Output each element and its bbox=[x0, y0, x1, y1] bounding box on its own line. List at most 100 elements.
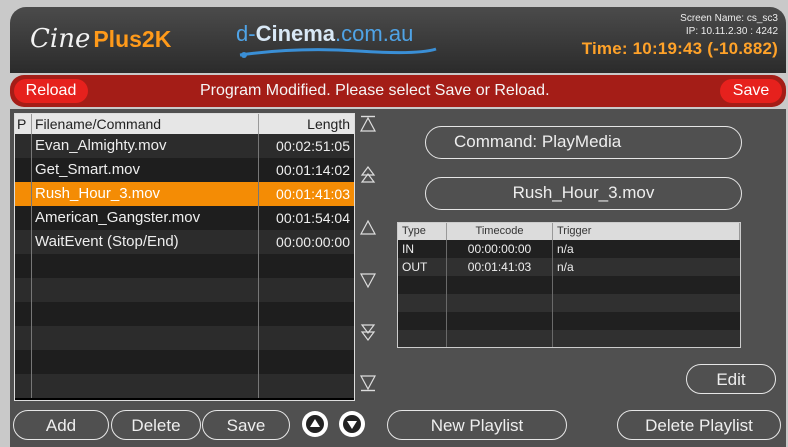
site-logo-prefix: d- bbox=[236, 21, 256, 46]
d-cinema-logo: d-Cinema.com.au bbox=[236, 21, 413, 47]
column-header-filename[interactable]: Filename/Command bbox=[32, 114, 259, 134]
trigger-row[interactable]: IN 00:00:00:00 n/a bbox=[398, 240, 740, 258]
filename-cell: Evan_Almighty.mov bbox=[32, 134, 259, 158]
new-playlist-button[interactable]: New Playlist bbox=[387, 410, 567, 440]
playlist-row[interactable]: Rush_Hour_3.mov 00:01:41:03 bbox=[15, 182, 354, 206]
move-to-bottom-icon bbox=[360, 375, 376, 392]
column-header-trigger: Trigger bbox=[553, 223, 740, 240]
save-button[interactable]: Save bbox=[720, 79, 782, 103]
filename-cell: Rush_Hour_3.mov bbox=[32, 182, 259, 206]
timecode-cell: 00:00:00:00 bbox=[447, 240, 553, 258]
play-flag-cell bbox=[15, 206, 32, 230]
play-flag-cell bbox=[15, 158, 32, 182]
move-to-top-icon bbox=[360, 115, 376, 132]
trigger-header: Type Timecode Trigger bbox=[398, 223, 740, 240]
status-message: Program Modified. Please select Save or … bbox=[200, 82, 550, 99]
trigger-cell bbox=[553, 312, 740, 330]
edit-button[interactable]: Edit bbox=[686, 364, 776, 394]
move-to-bottom-button[interactable] bbox=[360, 374, 376, 392]
length-cell bbox=[259, 254, 354, 278]
filename-cell bbox=[32, 350, 259, 374]
trigger-row[interactable] bbox=[398, 330, 740, 347]
play-flag-cell bbox=[15, 350, 32, 374]
trigger-table: Type Timecode Trigger IN 00:00:00:00 n/a OU… bbox=[397, 222, 741, 348]
timecode-cell bbox=[447, 330, 553, 347]
playlist-row[interactable] bbox=[15, 350, 354, 374]
move-to-top-button[interactable] bbox=[360, 115, 376, 133]
cineplus-logo: Cine Plus2K bbox=[30, 23, 171, 54]
down-icon bbox=[360, 273, 376, 289]
length-cell bbox=[259, 326, 354, 350]
trigger-cell bbox=[553, 330, 740, 347]
trigger-row[interactable] bbox=[398, 294, 740, 312]
play-flag-cell bbox=[15, 374, 32, 398]
length-cell bbox=[259, 302, 354, 326]
filename-cell: Get_Smart.mov bbox=[32, 158, 259, 182]
down-arrow-icon bbox=[343, 415, 361, 433]
swoosh-icon bbox=[239, 47, 437, 58]
timecode-cell: 00:01:41:03 bbox=[447, 258, 553, 276]
page-up-icon bbox=[360, 166, 376, 183]
timecode-cell bbox=[447, 276, 553, 294]
timecode-cell bbox=[447, 294, 553, 312]
filename-cell bbox=[32, 374, 259, 398]
filename-cell bbox=[32, 326, 259, 350]
play-flag-cell bbox=[15, 182, 32, 206]
trigger-row[interactable]: OUT 00:01:41:03 n/a bbox=[398, 258, 740, 276]
length-cell bbox=[259, 350, 354, 374]
trigger-cell: n/a bbox=[557, 260, 574, 274]
move-item-up-button[interactable] bbox=[302, 411, 328, 437]
playlist-row[interactable]: Evan_Almighty.mov 00:02:51:05 bbox=[15, 134, 354, 158]
type-cell: OUT bbox=[398, 258, 447, 276]
playlist-header: P Filename/Command Length bbox=[15, 114, 354, 134]
column-header-p[interactable]: P bbox=[15, 114, 32, 134]
trigger-cell bbox=[553, 294, 740, 312]
filename-cell bbox=[32, 254, 259, 278]
playlist-row[interactable] bbox=[15, 374, 354, 398]
reload-button[interactable]: Reload bbox=[14, 79, 88, 103]
play-flag-cell bbox=[15, 230, 32, 254]
trigger-row[interactable] bbox=[398, 312, 740, 330]
playlist-row[interactable] bbox=[15, 278, 354, 302]
trigger-cell bbox=[553, 276, 740, 294]
move-down-arrow-button[interactable] bbox=[360, 271, 376, 289]
page-up-button[interactable] bbox=[360, 166, 376, 184]
page-down-button[interactable] bbox=[360, 323, 376, 341]
app-window: Cine Plus2K d-Cinema.com.au Screen Name: … bbox=[0, 0, 788, 447]
save-playlist-button[interactable]: Save bbox=[202, 410, 290, 440]
playlist-row[interactable]: American_Gangster.mov 00:01:54:04 bbox=[15, 206, 354, 230]
command-display[interactable]: Command: PlayMedia bbox=[425, 126, 742, 159]
screen-name: Screen Name: cs_sc3 bbox=[680, 13, 778, 24]
trigger-rows: IN 00:00:00:00 n/a OUT 00:01:41:03 n/a bbox=[398, 240, 740, 347]
type-cell bbox=[398, 294, 447, 312]
trigger-row[interactable] bbox=[398, 276, 740, 294]
up-icon bbox=[360, 219, 376, 235]
length-cell: 00:00:00:00 bbox=[276, 234, 350, 250]
timecode-cell bbox=[447, 312, 553, 330]
add-button[interactable]: Add bbox=[13, 410, 109, 440]
playlist-row[interactable] bbox=[15, 254, 354, 278]
playlist-row[interactable]: Get_Smart.mov 00:01:14:02 bbox=[15, 158, 354, 182]
play-flag-cell bbox=[15, 278, 32, 302]
type-cell bbox=[398, 330, 447, 347]
status-bar: Reload Program Modified. Please select S… bbox=[10, 75, 786, 107]
column-header-length[interactable]: Length bbox=[259, 114, 354, 134]
playlist-row[interactable] bbox=[15, 302, 354, 326]
delete-button[interactable]: Delete bbox=[111, 410, 201, 440]
media-display[interactable]: Rush_Hour_3.mov bbox=[425, 177, 742, 210]
move-item-down-button[interactable] bbox=[339, 411, 365, 437]
header: Cine Plus2K d-Cinema.com.au Screen Name: … bbox=[10, 7, 786, 73]
type-cell: IN bbox=[398, 240, 447, 258]
move-up-arrow-button[interactable] bbox=[360, 219, 376, 237]
filename-cell: American_Gangster.mov bbox=[32, 206, 259, 230]
playlist-row[interactable]: WaitEvent (Stop/End) 00:00:00:00 bbox=[15, 230, 354, 254]
trigger-cell: n/a bbox=[557, 242, 574, 256]
delete-playlist-button[interactable]: Delete Playlist bbox=[617, 410, 781, 440]
filename-cell bbox=[32, 278, 259, 302]
play-flag-cell bbox=[15, 254, 32, 278]
filename-cell bbox=[32, 302, 259, 326]
length-cell bbox=[259, 278, 354, 302]
playlist-rows: Evan_Almighty.mov 00:02:51:05 Get_Smart.mo… bbox=[15, 134, 354, 398]
play-flag-cell bbox=[15, 326, 32, 350]
playlist-row[interactable] bbox=[15, 326, 354, 350]
